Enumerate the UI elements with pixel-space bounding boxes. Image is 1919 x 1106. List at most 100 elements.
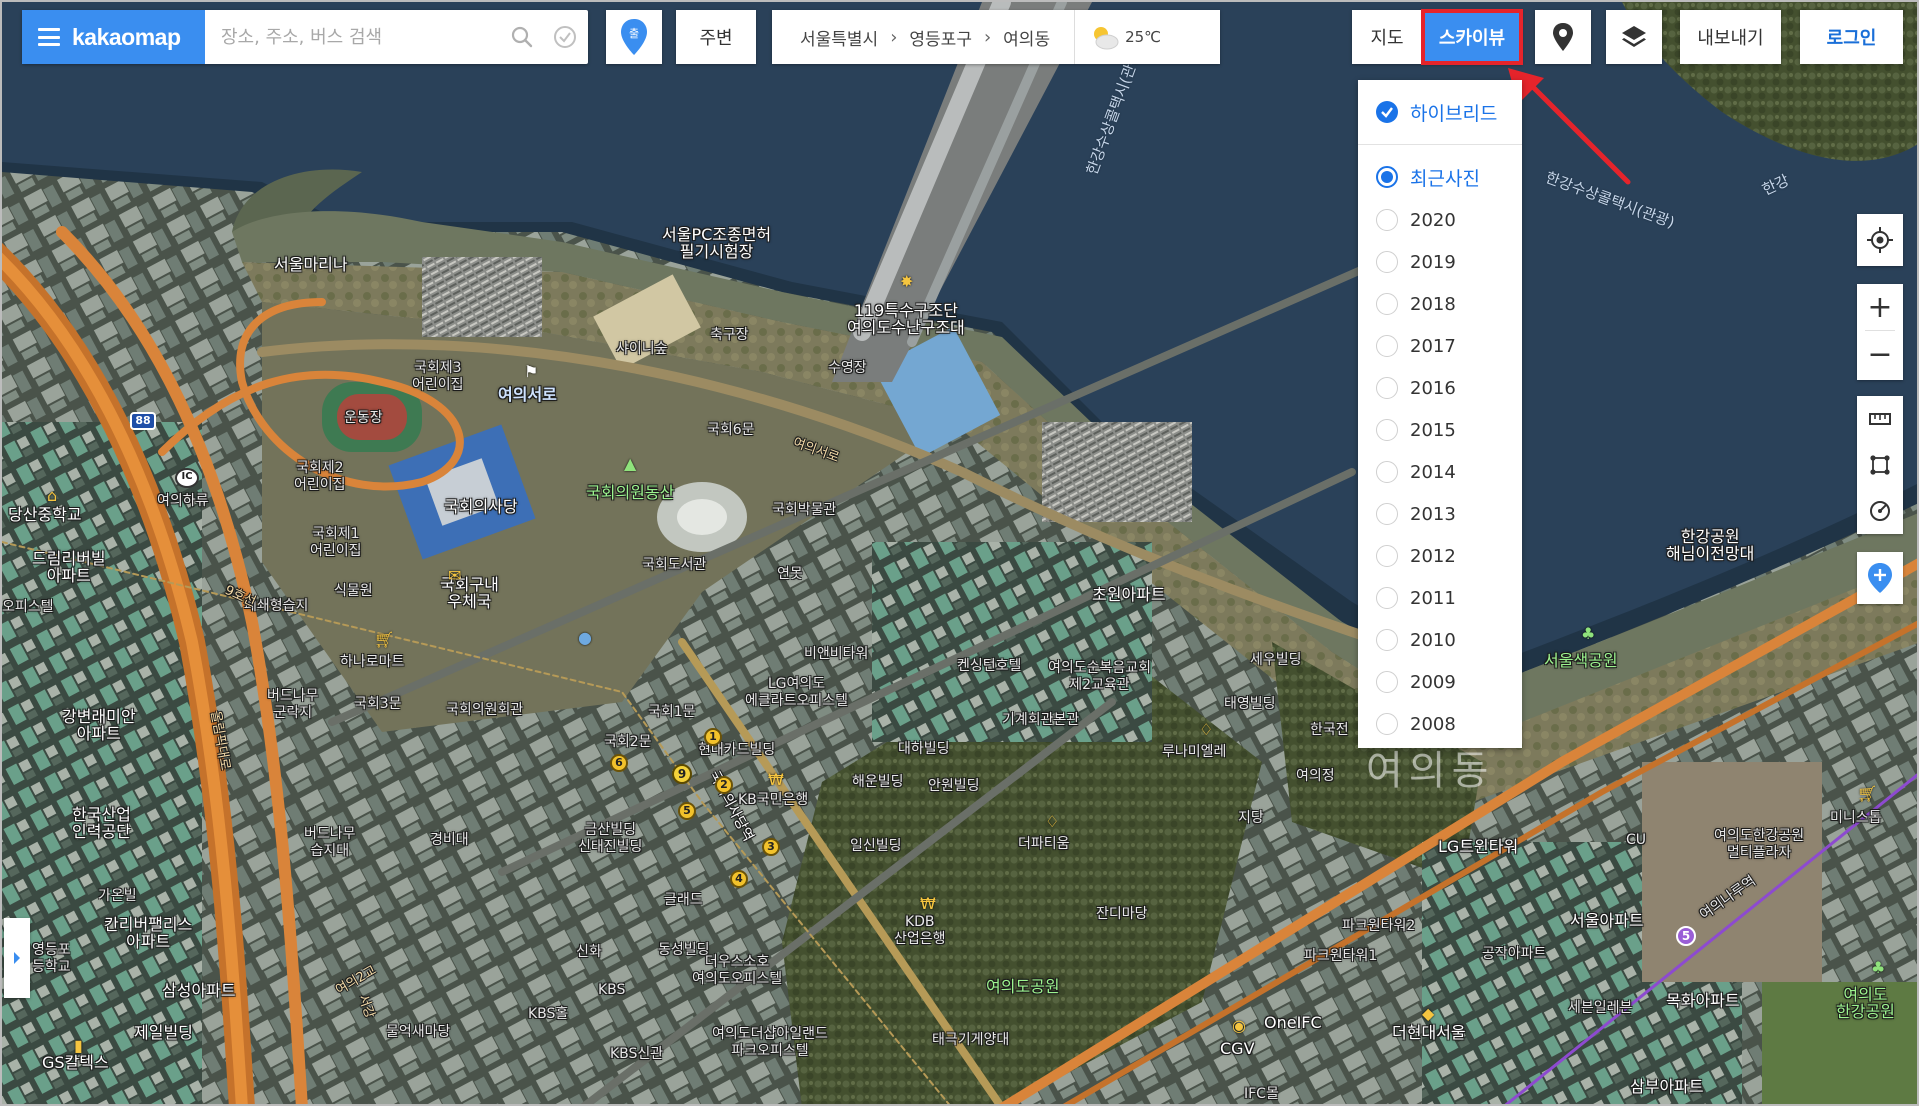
map-label-kbs[interactable]: KBS xyxy=(598,982,625,999)
hybrid-option[interactable]: 하이브리드 xyxy=(1358,92,1522,132)
rescue-station-icon[interactable]: ✸ xyxy=(900,274,913,290)
year-option[interactable]: 2013 xyxy=(1358,493,1522,535)
add-place-button[interactable] xyxy=(1857,552,1903,604)
map-label-assembly-hill[interactable]: 국회의원동산 xyxy=(586,484,674,501)
map-label-choone[interactable]: 초원아파트 xyxy=(1092,586,1166,603)
map-label-sinhwa[interactable]: 신화 xyxy=(576,944,602,961)
map-label-thehappy[interactable]: 여의도더샵아일랜드 파크오피스텔 xyxy=(712,1026,828,1060)
year-option[interactable]: 2017 xyxy=(1358,325,1522,367)
map-label-parc1[interactable]: 파크원타워1 xyxy=(1304,948,1377,965)
year-option[interactable]: 2019 xyxy=(1358,241,1522,283)
map-label-ndh2[interactable]: 국회제2 어린이집 xyxy=(294,460,346,494)
year-option[interactable]: 2010 xyxy=(1358,619,1522,661)
map-label-jidang[interactable]: 지당 xyxy=(1238,810,1264,827)
zoom-in-button[interactable]: + xyxy=(1857,284,1903,330)
search-button[interactable] xyxy=(502,10,542,64)
radio-icon[interactable] xyxy=(1376,461,1398,483)
map-label-jeil[interactable]: 제일빌딩 xyxy=(134,1024,193,1041)
map-label-oneifc[interactable]: OneIFC xyxy=(1264,1014,1322,1031)
map-label-lg[interactable]: LG여의도 에클라트오피스텔 xyxy=(745,676,848,710)
map-label-yeouiseoro[interactable]: 여의서로 xyxy=(498,386,557,403)
map-label-seoul-park[interactable]: 서울색공원 xyxy=(1544,652,1618,669)
map-label-seveneleven[interactable]: 세븐일레븐 xyxy=(1568,1000,1632,1017)
radio-icon[interactable] xyxy=(1376,545,1398,567)
map-label-assembly1[interactable]: 국회1문 xyxy=(648,704,696,721)
year-option[interactable]: 2014 xyxy=(1358,451,1522,493)
radius-button[interactable] xyxy=(1857,488,1903,534)
map-label-pool[interactable]: 수영장 xyxy=(828,360,867,377)
subway-line5-icon[interactable]: 5 xyxy=(1676,926,1696,946)
map-label-soccer[interactable]: 축구장 xyxy=(710,327,749,344)
department-store-icon[interactable]: ◆ xyxy=(1422,1006,1434,1022)
map-label-parc2[interactable]: 파크원타워2 xyxy=(1342,918,1415,935)
park-tree-icon[interactable]: ♣ xyxy=(1871,960,1885,976)
map-label-gs[interactable]: GS칼텍스 xyxy=(42,1054,109,1071)
area-button[interactable] xyxy=(1857,442,1903,488)
subway-line9-icon[interactable]: 9 xyxy=(672,764,692,784)
map-label-canal[interactable]: 칸리버팰리스 아파트 xyxy=(104,916,192,950)
convenience-icon[interactable]: 🛒︎ xyxy=(1857,786,1877,802)
map-label-library[interactable]: 국회도서관 xyxy=(642,557,706,574)
map-label-greenhouse[interactable]: 식물원 xyxy=(334,583,373,600)
map-label-dreamville[interactable]: 드림리버빌 아파트 xyxy=(32,550,106,584)
year-option[interactable]: 2020 xyxy=(1358,199,1522,241)
login-button[interactable]: 로그인 xyxy=(1800,10,1903,64)
map-label-ndh3[interactable]: 국회제3 어린이집 xyxy=(412,360,464,394)
fountain-icon[interactable]: ● xyxy=(578,630,592,646)
map-label-ifc-mall[interactable]: IFC몰 xyxy=(1244,1086,1279,1103)
year-option[interactable]: 2012 xyxy=(1358,535,1522,577)
map-label-hangang-park[interactable]: 한강공원 해님이전망대 xyxy=(1666,528,1754,562)
map-label-kfca[interactable]: 기계회관본관 xyxy=(1002,712,1079,729)
map-label-mokhwa[interactable]: 목화아파트 xyxy=(1666,992,1740,1009)
map-label-taegeuk[interactable]: 태극기게양대 xyxy=(932,1032,1009,1049)
map-label-luna[interactable]: 루나미엘레 xyxy=(1162,744,1226,761)
map-label-multiplaza[interactable]: 여의도한강공원 멀티플라자 xyxy=(1714,828,1804,862)
map-label-members[interactable]: 국회의원회관 xyxy=(446,702,523,719)
recent-photo-option[interactable]: 최근사진 xyxy=(1358,155,1522,199)
map-label-mulmadang[interactable]: 물억새마당 xyxy=(386,1024,450,1041)
map-label-cu[interactable]: CU xyxy=(1626,832,1646,849)
breadcrumb-district[interactable]: 영등포구 xyxy=(897,25,984,50)
checkbox-checked-icon[interactable] xyxy=(1376,101,1398,123)
map-label-geumsan[interactable]: 금산빌딩 신태진빌딩 xyxy=(578,822,642,856)
map-label-pc-test[interactable]: 서울PC조종면허 필기시험장 xyxy=(662,226,771,260)
flag-icon[interactable]: ⚑ xyxy=(524,364,538,380)
map-label-assembly-hall[interactable]: 국회의사당 xyxy=(444,498,518,515)
distance-button[interactable] xyxy=(1857,396,1903,442)
hamburger-icon[interactable] xyxy=(38,28,60,46)
mountain-icon[interactable]: ▲ xyxy=(624,456,636,472)
map-label-kaon[interactable]: 가온빌 xyxy=(98,888,137,905)
logo-menu-button[interactable]: kakaomap xyxy=(22,10,205,64)
map-label-marina[interactable]: 서울마리나 xyxy=(274,256,348,273)
map-label-lgtwin[interactable]: LG트윈타워 xyxy=(1438,838,1518,855)
school-icon[interactable]: ⌂ xyxy=(47,488,57,504)
radio-selected-icon[interactable] xyxy=(1376,166,1398,188)
wedding-icon[interactable]: ♢ xyxy=(1199,722,1213,738)
radio-icon[interactable] xyxy=(1376,587,1398,609)
year-option[interactable]: 2008 xyxy=(1358,703,1522,745)
map-label-kbs-new[interactable]: KBS신관 xyxy=(610,1046,663,1063)
skyview-button[interactable]: 스카이뷰 xyxy=(1421,9,1523,65)
map-label-kdb[interactable]: KDB 산업은행 xyxy=(894,914,946,948)
map-label-rescue[interactable]: 119특수구조단 여의도수난구조대 xyxy=(847,302,965,336)
check-button[interactable] xyxy=(542,10,588,64)
map-label-thehyundai[interactable]: 더현대서울 xyxy=(1392,1024,1466,1041)
breadcrumb-dong[interactable]: 여의동 xyxy=(991,25,1062,50)
bank-kb-icon[interactable]: ₩ xyxy=(768,772,784,788)
map-label-seawoo[interactable]: 세우빌딩 xyxy=(1250,652,1302,669)
map-label-taeyoung[interactable]: 태영빌딩 xyxy=(1224,696,1276,713)
map-label-hkjeon[interactable]: 한국전 xyxy=(1310,722,1349,739)
radio-icon[interactable] xyxy=(1376,377,1398,399)
map-label-pond[interactable]: 연못 xyxy=(777,566,803,583)
map-label-jandi[interactable]: 잔디마당 xyxy=(1096,906,1148,923)
search-input[interactable] xyxy=(205,10,502,64)
map-label-yeouido-hangang[interactable]: 여의도 한강공원 xyxy=(1836,986,1895,1020)
map-label-cgv[interactable]: CGV xyxy=(1220,1040,1255,1057)
post-office-icon[interactable]: ✉ xyxy=(448,568,461,584)
radio-icon[interactable] xyxy=(1376,713,1398,735)
map-label-bien[interactable]: 비앤비타워 xyxy=(804,646,868,663)
layers-button[interactable] xyxy=(1606,10,1662,64)
map-label-hansan[interactable]: 한국산업 인력공단 xyxy=(72,806,131,840)
map-label-budnamu[interactable]: 버드나무 군락지 xyxy=(267,688,319,722)
map-label-kbs-hall[interactable]: KBS홀 xyxy=(528,1006,568,1023)
